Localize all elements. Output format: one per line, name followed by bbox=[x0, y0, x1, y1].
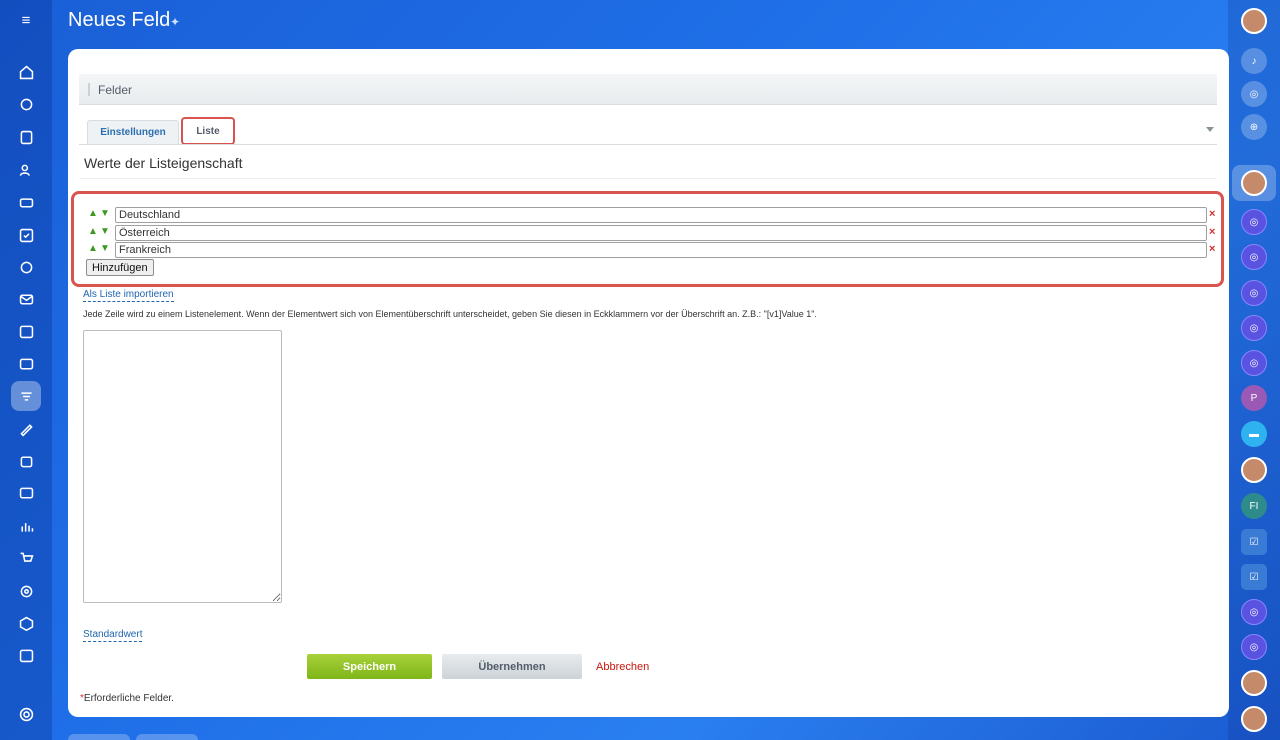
bell-icon[interactable]: ♪ bbox=[1241, 48, 1267, 74]
copilot-chat-icon[interactable]: ◎ bbox=[1241, 244, 1267, 270]
bottom-tab[interactable] bbox=[136, 734, 198, 740]
copilot-chat-icon[interactable]: ◎ bbox=[1241, 350, 1267, 376]
sign-icon[interactable] bbox=[11, 414, 41, 444]
box-icon[interactable] bbox=[11, 608, 41, 638]
search-chat-icon[interactable]: ⊕ bbox=[1241, 114, 1267, 140]
list-values-heading: Werte der Listeigenschaft bbox=[84, 155, 243, 171]
list-value-input[interactable] bbox=[115, 225, 1207, 241]
group-avatar[interactable] bbox=[1241, 457, 1267, 483]
divider bbox=[79, 178, 1217, 179]
sync-icon[interactable] bbox=[11, 89, 41, 119]
bottom-tab[interactable] bbox=[68, 734, 130, 740]
task-check-icon[interactable]: ☑ bbox=[1241, 529, 1267, 555]
cart-icon[interactable] bbox=[11, 543, 41, 573]
import-hint: Jede Zeile wird zu einem Listenelement. … bbox=[83, 309, 817, 319]
tab-liste[interactable]: Liste bbox=[181, 117, 235, 145]
copilot-chat-icon[interactable]: ◎ bbox=[1241, 599, 1267, 625]
page-title: Neues Feld bbox=[68, 9, 171, 31]
copilot-chat-icon[interactable]: ◎ bbox=[1241, 634, 1267, 660]
main-card: Felder Einstellungen Liste Werte der Lis… bbox=[68, 49, 1229, 717]
chat-bubble-icon[interactable]: ▬ bbox=[1241, 421, 1267, 447]
copilot-chat-icon[interactable]: ◎ bbox=[1241, 209, 1267, 235]
required-label: Erforderliche Felder. bbox=[83, 693, 174, 704]
import-textarea[interactable] bbox=[83, 330, 282, 603]
copilot-chat-icon[interactable]: ◎ bbox=[1241, 280, 1267, 306]
default-value-link[interactable]: Standardwert bbox=[83, 629, 143, 642]
chevron-down-icon[interactable] bbox=[1206, 127, 1214, 132]
left-sidebar: ≡ bbox=[0, 0, 52, 740]
settings-icon[interactable] bbox=[11, 699, 41, 729]
copilot-chat-icon[interactable]: ◎ bbox=[1241, 315, 1267, 341]
move-down-icon[interactable]: ▼ bbox=[100, 209, 110, 219]
tab-einstellungen[interactable]: Einstellungen bbox=[87, 120, 179, 144]
document-icon[interactable] bbox=[11, 122, 41, 152]
move-down-icon[interactable]: ▼ bbox=[100, 227, 110, 237]
contact-avatar[interactable] bbox=[1241, 170, 1267, 196]
apply-button[interactable]: Übernehmen bbox=[442, 654, 582, 679]
mail-icon[interactable] bbox=[11, 284, 41, 314]
section-header: Felder bbox=[79, 74, 1217, 105]
list-value-input[interactable] bbox=[115, 242, 1207, 258]
store-icon[interactable] bbox=[11, 446, 41, 476]
move-up-icon[interactable]: ▲ bbox=[88, 244, 98, 254]
analytics-icon[interactable] bbox=[11, 511, 41, 541]
group-avatar[interactable] bbox=[1241, 706, 1267, 732]
home-icon[interactable] bbox=[11, 57, 41, 87]
target-icon[interactable] bbox=[11, 576, 41, 606]
add-button[interactable]: Hinzufügen bbox=[86, 259, 154, 276]
users-icon[interactable] bbox=[11, 155, 41, 185]
pin-icon[interactable]: ✦ bbox=[170, 15, 180, 29]
list-value-input[interactable] bbox=[115, 207, 1207, 223]
list-values-box: ▲ ▼ × ▲ ▼ × ▲ ▼ × Hinzufügen bbox=[71, 191, 1224, 287]
contact-center-icon[interactable] bbox=[11, 478, 41, 508]
group-avatar[interactable] bbox=[1241, 670, 1267, 696]
move-up-icon[interactable]: ▲ bbox=[88, 209, 98, 219]
tasks-icon[interactable] bbox=[11, 220, 41, 250]
user-avatar[interactable] bbox=[1241, 8, 1267, 34]
schedule-icon[interactable] bbox=[11, 640, 41, 670]
right-sidebar: ♪ ◎ ⊕ ◎ ◎ ◎ ◎ ◎ P ▬ FI ☑ ☑ ◎ ◎ bbox=[1228, 0, 1280, 740]
delete-icon[interactable]: × bbox=[1209, 226, 1215, 238]
copilot-icon[interactable]: ◎ bbox=[1241, 81, 1267, 107]
inbox-icon[interactable] bbox=[11, 187, 41, 217]
delete-icon[interactable]: × bbox=[1209, 243, 1215, 255]
move-up-icon[interactable]: ▲ bbox=[88, 227, 98, 237]
cancel-link[interactable]: Abbrechen bbox=[596, 661, 649, 673]
sites-icon[interactable] bbox=[11, 349, 41, 379]
menu-icon[interactable]: ≡ bbox=[11, 5, 41, 35]
tab-divider bbox=[79, 144, 1217, 145]
chat-icon[interactable] bbox=[11, 252, 41, 282]
import-list-link[interactable]: Als Liste importieren bbox=[83, 289, 174, 302]
calendar-icon[interactable] bbox=[11, 316, 41, 346]
task-check-icon[interactable]: ☑ bbox=[1241, 564, 1267, 590]
move-down-icon[interactable]: ▼ bbox=[100, 244, 110, 254]
delete-icon[interactable]: × bbox=[1209, 208, 1215, 220]
user-initial-avatar[interactable]: FI bbox=[1241, 493, 1267, 519]
user-initial-avatar[interactable]: P bbox=[1241, 385, 1267, 411]
save-button[interactable]: Speichern bbox=[307, 654, 432, 679]
crm-filter-icon[interactable] bbox=[11, 381, 41, 411]
required-fields-note: *Erforderliche Felder. bbox=[80, 693, 174, 704]
